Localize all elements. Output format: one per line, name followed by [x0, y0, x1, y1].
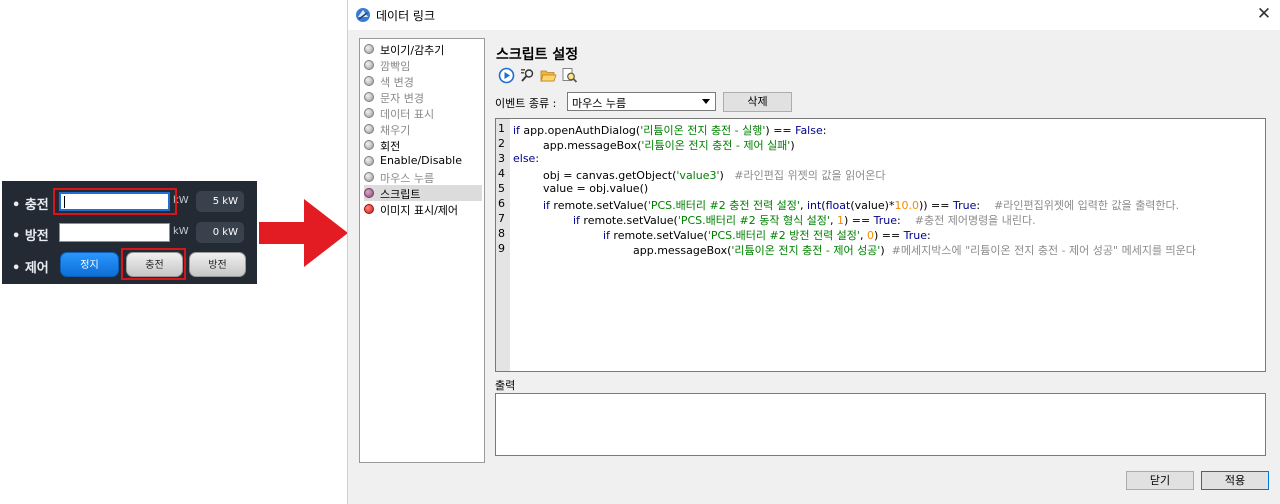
find-icon[interactable]: [519, 67, 536, 84]
data-link-dialog: 데이터 링크 ✕ 보이기/감추기 깜빡임 색 변경 문자 변경 데이터 표시 채…: [347, 0, 1280, 504]
status-dot-icon: [364, 204, 374, 214]
discharge-power-value: 0 kW: [196, 222, 244, 243]
tree-item-fill[interactable]: 채우기: [364, 121, 482, 137]
status-dot-icon: [364, 124, 374, 134]
tree-item-enable-disable[interactable]: Enable/Disable: [364, 153, 482, 169]
code-line: if remote.setValue('PCS.배터리 #2 방전 전력 설정'…: [603, 229, 931, 242]
discharge-unit: kW: [173, 226, 189, 237]
dialog-title: 데이터 링크: [376, 9, 436, 23]
tree-item-label: 보이기/감추기: [380, 44, 445, 57]
status-dot-icon: [364, 172, 374, 182]
stop-button[interactable]: 정지: [60, 252, 119, 277]
tree-item-rotate[interactable]: 회전: [364, 137, 482, 153]
output-panel[interactable]: [495, 393, 1266, 456]
right-arrow-icon: [259, 199, 348, 267]
line-number: 7: [498, 212, 505, 225]
line-number: 3: [498, 152, 505, 165]
line-number: 9: [498, 242, 505, 255]
discharge-button[interactable]: 방전: [189, 252, 246, 277]
delete-button[interactable]: 삭제: [723, 92, 792, 112]
close-button[interactable]: 닫기: [1126, 471, 1194, 490]
line-number: 6: [498, 197, 505, 210]
event-type-label: 이벤트 종류 :: [495, 97, 557, 110]
charge-input-highlight: [53, 188, 177, 215]
code-line: obj = canvas.getObject('value3') #라인편집 위…: [543, 169, 886, 182]
tree-item-blink[interactable]: 깜빡임: [364, 57, 482, 73]
code-line: app.messageBox('리튬이온 전지 충전 - 제어 성공') #메세…: [633, 244, 1196, 257]
discharge-row: • 방전 kW 0 kW: [2, 221, 257, 247]
status-dot-icon: [364, 92, 374, 102]
tree-item-color-change[interactable]: 색 변경: [364, 73, 482, 89]
tree-item-data-display[interactable]: 데이터 표시: [364, 105, 482, 121]
tree-item-label: 데이터 표시: [380, 108, 435, 121]
inspect-icon[interactable]: [561, 67, 578, 84]
line-number: 8: [498, 227, 505, 240]
tree-item-label: 색 변경: [380, 76, 414, 89]
status-dot-icon: [364, 108, 374, 118]
code-line: else:: [513, 152, 540, 165]
tree-item-label: Enable/Disable: [380, 154, 462, 167]
tree-item-label: 문자 변경: [380, 92, 424, 105]
output-label: 출력: [495, 379, 516, 392]
tree-item-label: 깜빡임: [380, 60, 411, 73]
tree-item-label: 회전: [380, 140, 401, 153]
discharge-power-input[interactable]: [59, 223, 170, 242]
charge-button-highlight: [121, 248, 186, 280]
code-line: if app.openAuthDialog('리튬이온 전지 충전 - 실행')…: [513, 124, 827, 137]
status-dot-icon: [364, 60, 374, 70]
title-bar: 데이터 링크 ✕: [348, 0, 1280, 30]
control-panel: • 충전 kW 5 kW • 방전 kW 0 kW • 제어 정지 충전 방전: [2, 181, 257, 284]
code-line: value = obj.value(): [543, 182, 649, 195]
tree-item-image-control[interactable]: 이미지 표시/제어: [364, 201, 482, 217]
charge-power-value: 5 kW: [196, 191, 244, 212]
status-dot-icon: [364, 76, 374, 86]
code-line: if remote.setValue('PCS.배터리 #2 충전 전력 설정'…: [543, 199, 1180, 212]
line-number: 5: [498, 182, 505, 195]
code-line: if remote.setValue('PCS.배터리 #2 동작 형식 설정'…: [573, 214, 1036, 227]
tree-item-label: 이미지 표시/제어: [380, 204, 459, 217]
discharge-label: • 방전: [12, 229, 49, 244]
script-editor[interactable]: 1 2 3 4 5 6 7 8 9 if app.openAuthDialog(…: [495, 118, 1266, 372]
tree-item-show-hide[interactable]: 보이기/감추기: [364, 41, 482, 57]
apply-button[interactable]: 적용: [1201, 471, 1269, 490]
control-label: • 제어: [12, 261, 49, 276]
status-dot-icon: [364, 140, 374, 150]
line-number: 4: [498, 167, 505, 180]
action-tree: 보이기/감추기 깜빡임 색 변경 문자 변경 데이터 표시 채우기 회전 Ena…: [359, 38, 485, 463]
tree-item-label: 채우기: [380, 124, 411, 137]
tree-item-label: 마우스 누름: [380, 172, 435, 185]
line-number: 2: [498, 137, 505, 150]
event-type-select[interactable]: 마우스 누름: [567, 92, 716, 111]
line-number: 1: [498, 122, 505, 135]
charge-label: • 충전: [12, 198, 49, 213]
status-dot-icon: [364, 156, 374, 166]
code-line: app.messageBox('리튬이온 전지 충전 - 제어 실패'): [543, 139, 795, 152]
status-dot-icon: [364, 188, 374, 198]
app-logo-icon: [356, 8, 370, 22]
run-icon[interactable]: [498, 67, 515, 84]
tree-item-text-change[interactable]: 문자 변경: [364, 89, 482, 105]
section-title: 스크립트 설정: [496, 47, 579, 63]
close-icon[interactable]: ✕: [1253, 3, 1275, 25]
status-dot-icon: [364, 44, 374, 54]
tree-item-label: 스크립트: [380, 188, 421, 201]
chevron-down-icon: [702, 99, 710, 104]
tree-item-script[interactable]: 스크립트: [364, 185, 482, 201]
tree-item-mouse-press[interactable]: 마우스 누름: [364, 169, 482, 185]
open-folder-icon[interactable]: [540, 67, 557, 84]
event-type-value: 마우스 누름: [572, 97, 627, 110]
